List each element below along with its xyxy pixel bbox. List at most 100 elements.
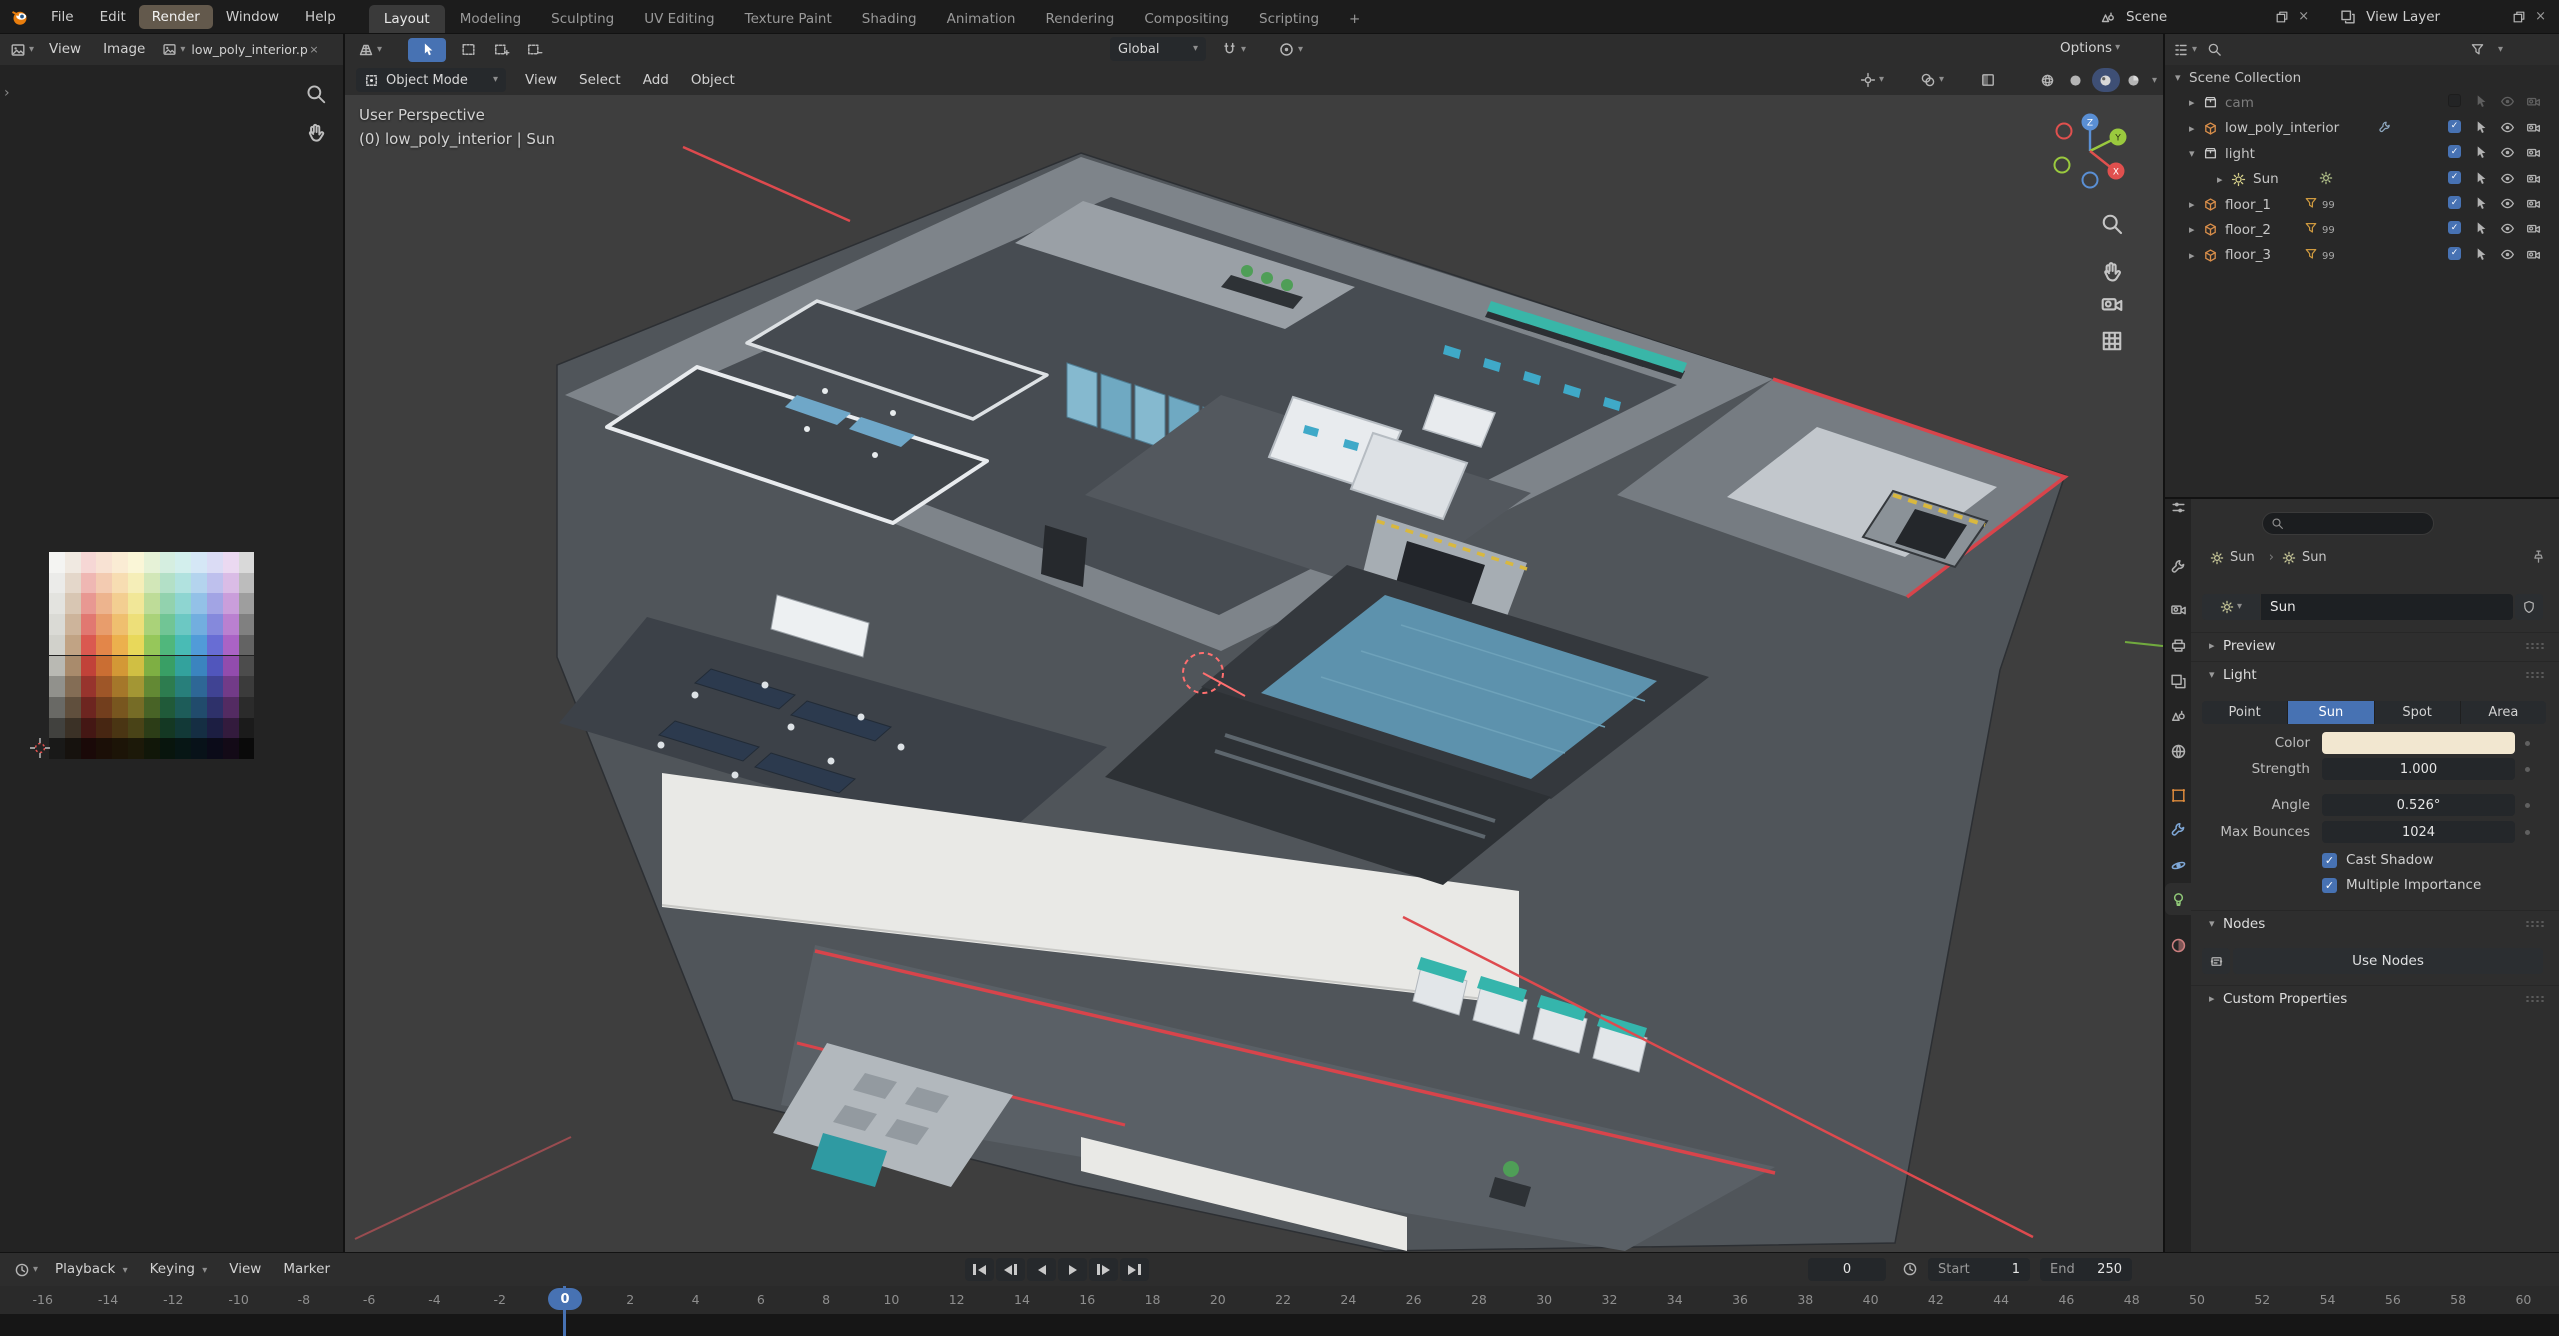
topbar-menu-edit[interactable]: Edit: [87, 5, 139, 29]
selectable-icon[interactable]: [2473, 120, 2488, 135]
hide-icon[interactable]: [2500, 120, 2515, 135]
selectable-icon[interactable]: [2473, 171, 2488, 186]
shading-dropdown-icon[interactable]: ▾: [2152, 76, 2157, 86]
scene-name[interactable]: Scene: [2126, 9, 2167, 25]
panel-grip[interactable]: [2525, 995, 2545, 1003]
topbar-menu-render[interactable]: Render: [138, 4, 213, 29]
outliner-row-floor-3[interactable]: ▸ floor_3 99 ✓: [2165, 243, 2559, 268]
workspace-tab-compositing[interactable]: Compositing: [1129, 5, 1244, 33]
selectable-checkbox[interactable]: [2448, 94, 2461, 108]
selectable-checkbox[interactable]: ✓: [2448, 119, 2461, 133]
workspace-tab-layout[interactable]: Layout: [368, 5, 445, 33]
image-editor-canvas[interactable]: ›: [0, 65, 343, 1252]
properties-search-input[interactable]: [2262, 512, 2434, 535]
pan-gizmo-icon[interactable]: [305, 121, 327, 143]
selectable-icon[interactable]: [2473, 196, 2488, 211]
new-scene-icon[interactable]: [2275, 10, 2289, 24]
panel-grip[interactable]: [2525, 920, 2545, 928]
multiple-importance-checkbox[interactable]: ✓: [2322, 877, 2337, 893]
breadcrumb-data[interactable]: Sun: [2302, 550, 2327, 565]
workspace-tab-texture-paint[interactable]: Texture Paint: [730, 5, 847, 33]
hide-icon[interactable]: [2500, 94, 2515, 109]
strength-field[interactable]: 1.000: [2322, 758, 2515, 780]
timeline-menu-view[interactable]: View: [218, 1254, 272, 1285]
viewport-menu-view[interactable]: View: [514, 65, 568, 96]
workspace-tab-scripting[interactable]: Scripting: [1244, 5, 1334, 33]
editor-type-image-button[interactable]: ▾: [10, 42, 34, 58]
selectable-icon[interactable]: [2473, 94, 2488, 109]
angle-field[interactable]: 0.526°: [2322, 794, 2515, 816]
viewport-zoom-icon[interactable]: [2100, 212, 2124, 236]
select-mode-add-icon[interactable]: [493, 41, 510, 58]
tab-object-data[interactable]: [2165, 883, 2191, 915]
tab-scene[interactable]: [2165, 699, 2191, 731]
jump-to-end-button[interactable]: [1120, 1258, 1149, 1281]
hide-icon[interactable]: [2500, 196, 2515, 211]
active-tool-select-button[interactable]: [408, 37, 447, 62]
transform-orientation-dropdown[interactable]: Global ▾: [1110, 37, 1206, 61]
select-mode-new-icon[interactable]: [460, 41, 477, 58]
hide-icon[interactable]: [2500, 145, 2515, 160]
timeline-menu-playback[interactable]: Playback ▾: [44, 1254, 139, 1285]
frame-start-field[interactable]: Start 1: [1928, 1258, 2030, 1281]
selectable-checkbox[interactable]: ✓: [2448, 170, 2461, 184]
viewport-ortho-toggle-icon[interactable]: [2100, 329, 2124, 353]
image-name[interactable]: low_poly_interior.p: [191, 42, 309, 57]
new-view-layer-icon[interactable]: [2512, 10, 2526, 24]
timeline-menu-keying[interactable]: Keying ▾: [139, 1254, 219, 1285]
hide-icon[interactable]: [2500, 221, 2515, 236]
editor-type-3d-button[interactable]: ▾: [358, 42, 382, 58]
topbar-menu-file[interactable]: File: [38, 5, 87, 29]
shading-material-icon[interactable]: [2098, 73, 2113, 88]
selectable-icon[interactable]: [2473, 247, 2488, 262]
editor-type-outliner-button[interactable]: ▾: [2173, 42, 2197, 58]
fake-user-button[interactable]: [2515, 594, 2543, 620]
workspace-tab-modeling[interactable]: Modeling: [445, 5, 536, 33]
next-keyframe-button[interactable]: [1089, 1258, 1118, 1281]
light-type-area[interactable]: Area: [2460, 700, 2546, 724]
animate-dot[interactable]: [2525, 740, 2530, 746]
viewport-camera-view-icon[interactable]: [2100, 292, 2124, 316]
outliner-row-sun[interactable]: ▸ Sun ✓: [2165, 167, 2559, 192]
section-preview[interactable]: ▸ Preview: [2191, 632, 2559, 658]
image-editor-menu-image[interactable]: Image: [92, 34, 156, 65]
timeline-ruler[interactable]: -16-14-12-10-8-6-4-202468101214161820222…: [0, 1286, 2559, 1314]
tab-view-layer[interactable]: [2165, 665, 2191, 697]
light-data-browse-button[interactable]: ▾: [2202, 594, 2260, 620]
play-button[interactable]: [1058, 1258, 1087, 1281]
frame-end-field[interactable]: End 250: [2040, 1258, 2132, 1281]
use-preview-range-icon[interactable]: [1902, 1261, 1918, 1277]
tab-render[interactable]: [2165, 593, 2191, 625]
outliner-row-floor-2[interactable]: ▸ floor_2 99 ✓: [2165, 217, 2559, 242]
remove-view-layer-icon[interactable]: ×: [2535, 9, 2546, 24]
section-nodes[interactable]: ▾ Nodes: [2191, 910, 2559, 936]
blender-logo-icon[interactable]: [10, 7, 30, 27]
select-mode-subtract-icon[interactable]: [526, 41, 543, 58]
max-bounces-field[interactable]: 1024: [2322, 821, 2515, 843]
overlays-toggle[interactable]: ▾: [1920, 72, 1944, 88]
outliner-row-low-poly-interior[interactable]: ▸ low_poly_interior ✓: [2165, 116, 2559, 141]
viewport-menu-select[interactable]: Select: [568, 65, 632, 96]
tab-output[interactable]: [2165, 629, 2191, 661]
editor-type-timeline-button[interactable]: ▾: [14, 1262, 38, 1278]
selectable-checkbox[interactable]: ✓: [2448, 145, 2461, 159]
add-workspace-button[interactable]: +: [1334, 5, 1375, 33]
cast-shadow-checkbox[interactable]: ✓: [2322, 852, 2337, 868]
tab-object[interactable]: [2165, 779, 2191, 811]
options-dropdown[interactable]: Options ▾: [2060, 40, 2120, 56]
nodetree-icon-button[interactable]: [2202, 948, 2230, 974]
toolbar-expand-icon[interactable]: ›: [4, 85, 10, 101]
workspace-tab-shading[interactable]: Shading: [847, 5, 932, 33]
hide-icon[interactable]: [2500, 171, 2515, 186]
outliner-filter-icon[interactable]: [2470, 42, 2485, 57]
unlink-scene-icon[interactable]: ×: [2298, 9, 2309, 24]
mode-dropdown[interactable]: Object Mode ▾: [356, 68, 506, 92]
viewport-menu-add[interactable]: Add: [632, 65, 680, 96]
snap-toggle[interactable]: ▾: [1221, 41, 1246, 58]
view-layer-icon[interactable]: [2340, 9, 2356, 25]
image-browse-button[interactable]: ▾: [162, 42, 185, 57]
workspace-tab-rendering[interactable]: Rendering: [1030, 5, 1129, 33]
render-visibility-icon[interactable]: [2526, 247, 2541, 262]
outliner-row-floor-1[interactable]: ▸ floor_1 99 ✓: [2165, 192, 2559, 217]
panel-grip[interactable]: [2525, 642, 2545, 650]
